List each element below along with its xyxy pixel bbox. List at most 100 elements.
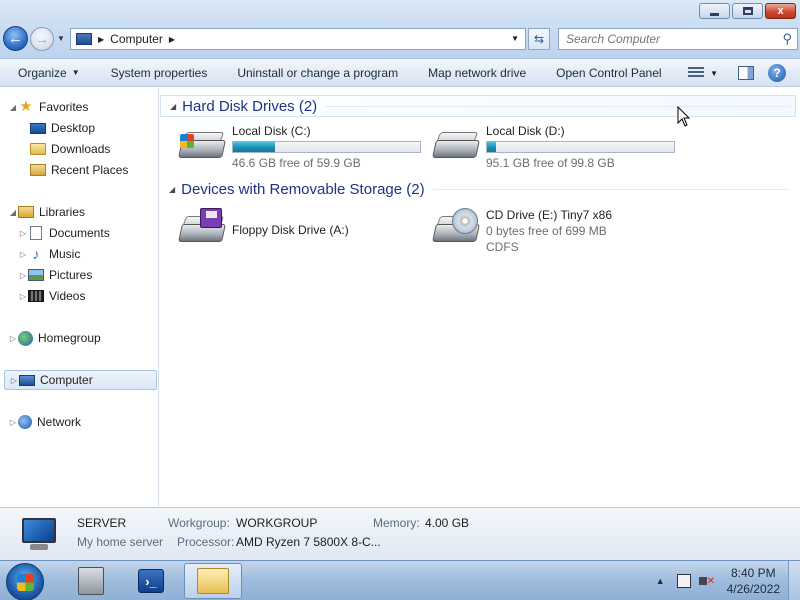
help-icon[interactable]: ? <box>768 64 786 82</box>
drive-name: Floppy Disk Drive (A:) <box>232 223 349 237</box>
sidebar-item-downloads[interactable]: Downloads <box>30 139 110 159</box>
close-icon: x <box>777 5 784 17</box>
computer-icon <box>19 374 35 386</box>
system-properties-button[interactable]: System properties <box>89 59 217 87</box>
sidebar-item-documents[interactable]: ▷ Documents <box>18 223 110 243</box>
drive-name: CD Drive (E:) Tiny7 x86 <box>486 208 613 222</box>
group-header-removable-storage[interactable]: ◢ Devices with Removable Storage (2) <box>160 178 796 200</box>
show-hidden-icons-icon[interactable]: ▲ <box>656 576 665 586</box>
taskbar-explorer[interactable] <box>184 563 242 599</box>
search-icon[interactable]: ⚲ <box>782 31 792 47</box>
network-label: Network <box>37 415 82 429</box>
network-icon <box>18 415 32 429</box>
group-divider <box>432 188 790 190</box>
memory-label: Memory: <box>373 516 420 530</box>
documents-icon <box>30 226 42 240</box>
desktop-label: Desktop <box>51 121 96 135</box>
collapse-arrow-icon[interactable]: ◢ <box>170 102 176 111</box>
sidebar-item-music[interactable]: ▷ ♪ Music <box>18 244 80 264</box>
navigation-pane: ◢ ★ Favorites Desktop Downloads Recent P… <box>0 88 159 507</box>
taskbar-server-manager[interactable] <box>62 563 120 599</box>
network-status-icon[interactable] <box>676 574 691 588</box>
refresh-icon: ⇆ <box>533 32 545 46</box>
uninstall-program-button[interactable]: Uninstall or change a program <box>216 59 407 87</box>
breadcrumb-chevron-icon[interactable]: ▶ <box>169 35 175 44</box>
expand-arrow-icon[interactable]: ▷ <box>9 376 19 385</box>
view-options-chevron-icon[interactable]: ▼ <box>710 69 718 78</box>
back-button[interactable]: ← <box>3 26 28 51</box>
workgroup-value: WORKGROUP <box>236 516 318 530</box>
expand-arrow-icon[interactable]: ▷ <box>18 229 28 238</box>
homegroup-label: Homegroup <box>38 331 101 345</box>
drive-item-d[interactable]: Local Disk (D:) 95.1 GB free of 99.8 GB <box>432 124 675 171</box>
address-dropdown-icon[interactable]: ▼ <box>511 34 519 43</box>
toolbar-right: ▼ ? <box>688 59 800 87</box>
details-pane: SERVER My home server Workgroup: WORKGRO… <box>0 507 800 560</box>
drive-usage-bar <box>486 141 675 153</box>
collapse-arrow-icon[interactable]: ◢ <box>8 208 18 217</box>
drive-item-a[interactable]: Floppy Disk Drive (A:) <box>178 208 349 248</box>
drive-item-e[interactable]: CD Drive (E:) Tiny7 x86 0 bytes free of … <box>432 208 612 255</box>
videos-label: Videos <box>49 289 86 303</box>
breadcrumb-computer[interactable]: Computer <box>110 32 163 46</box>
minimize-icon <box>710 12 719 16</box>
drive-name: Local Disk (C:) <box>232 124 311 138</box>
window-chrome: x ← → ▼ ▶ Computer ▶ ▼ ⇆ ⚲ <box>0 0 800 59</box>
drive-name: Local Disk (D:) <box>486 124 565 138</box>
minimize-button[interactable] <box>699 3 730 19</box>
sidebar-item-network[interactable]: ▷ Network <box>8 412 81 432</box>
taskbar-powershell[interactable]: ›_ <box>122 563 180 599</box>
sidebar-item-recent-places[interactable]: Recent Places <box>30 160 128 180</box>
open-control-panel-button[interactable]: Open Control Panel <box>535 59 670 87</box>
command-bar: Organize ▼ System properties Uninstall o… <box>0 59 800 87</box>
map-network-drive-button[interactable]: Map network drive <box>407 59 535 87</box>
group-header-hard-disk-drives[interactable]: ◢ Hard Disk Drives (2) <box>160 95 796 117</box>
drive-filesystem: CDFS <box>486 240 519 254</box>
file-list: ◢ Hard Disk Drives (2) Local Disk (C:) 4… <box>160 88 800 507</box>
breadcrumb-chevron-icon[interactable]: ▶ <box>98 35 104 44</box>
drive-free-space: 95.1 GB free of 99.8 GB <box>486 156 615 170</box>
sidebar-item-videos[interactable]: ▷ Videos <box>18 286 86 306</box>
search-input[interactable] <box>559 29 769 49</box>
computer-label: Computer <box>40 373 93 387</box>
expand-arrow-icon[interactable]: ▷ <box>18 292 28 301</box>
drive-free-space: 0 bytes free of 699 MB <box>486 224 607 238</box>
search-box[interactable]: ⚲ <box>558 28 798 50</box>
collapse-arrow-icon[interactable]: ◢ <box>169 185 175 194</box>
expand-arrow-icon[interactable]: ▷ <box>18 250 28 259</box>
collapse-arrow-icon[interactable]: ◢ <box>8 103 18 112</box>
show-desktop-button[interactable] <box>788 561 800 600</box>
drive-item-c[interactable]: Local Disk (C:) 46.6 GB free of 59.9 GB <box>178 124 421 171</box>
preview-pane-icon[interactable] <box>738 66 754 80</box>
refresh-button[interactable]: ⇆ <box>528 28 550 50</box>
sidebar-item-desktop[interactable]: Desktop <box>30 118 95 138</box>
cd-drive-icon <box>432 208 480 248</box>
close-button[interactable]: x <box>765 3 796 19</box>
organize-menu[interactable]: Organize ▼ <box>0 59 89 87</box>
group-title: Devices with Removable Storage (2) <box>181 180 425 198</box>
desktop-icon <box>30 122 46 134</box>
floppy-disk-icon <box>200 208 222 228</box>
expand-arrow-icon[interactable]: ▷ <box>18 271 28 280</box>
change-view-icon[interactable] <box>688 67 705 79</box>
drive-usage-bar <box>232 141 421 153</box>
expand-arrow-icon[interactable]: ▷ <box>8 418 18 427</box>
pictures-label: Pictures <box>49 268 93 282</box>
start-button[interactable] <box>6 563 44 600</box>
sidebar-item-favorites[interactable]: ◢ ★ Favorites <box>8 97 88 117</box>
forward-button[interactable]: → <box>30 27 54 51</box>
processor-value: AMD Ryzen 7 5800X 8-C... <box>236 535 381 549</box>
maximize-button[interactable] <box>732 3 763 19</box>
sidebar-item-homegroup[interactable]: ▷ Homegroup <box>8 328 101 348</box>
sidebar-item-libraries[interactable]: ◢ Libraries <box>8 202 85 222</box>
sidebar-item-computer[interactable]: ▷ Computer <box>4 370 157 390</box>
uninstall-label: Uninstall or change a program <box>237 65 399 80</box>
cd-disc-icon <box>452 208 478 234</box>
recent-pages-dropdown[interactable]: ▼ <box>57 34 65 43</box>
address-bar[interactable]: ▶ Computer ▶ ▼ <box>70 28 526 50</box>
sidebar-item-pictures[interactable]: ▷ Pictures <box>18 265 92 285</box>
clock[interactable]: 8:40 PM 4/26/2022 <box>727 565 780 597</box>
organize-label: Organize <box>18 65 67 80</box>
expand-arrow-icon[interactable]: ▷ <box>8 334 18 343</box>
volume-muted-icon[interactable]: ✕ <box>698 574 715 588</box>
